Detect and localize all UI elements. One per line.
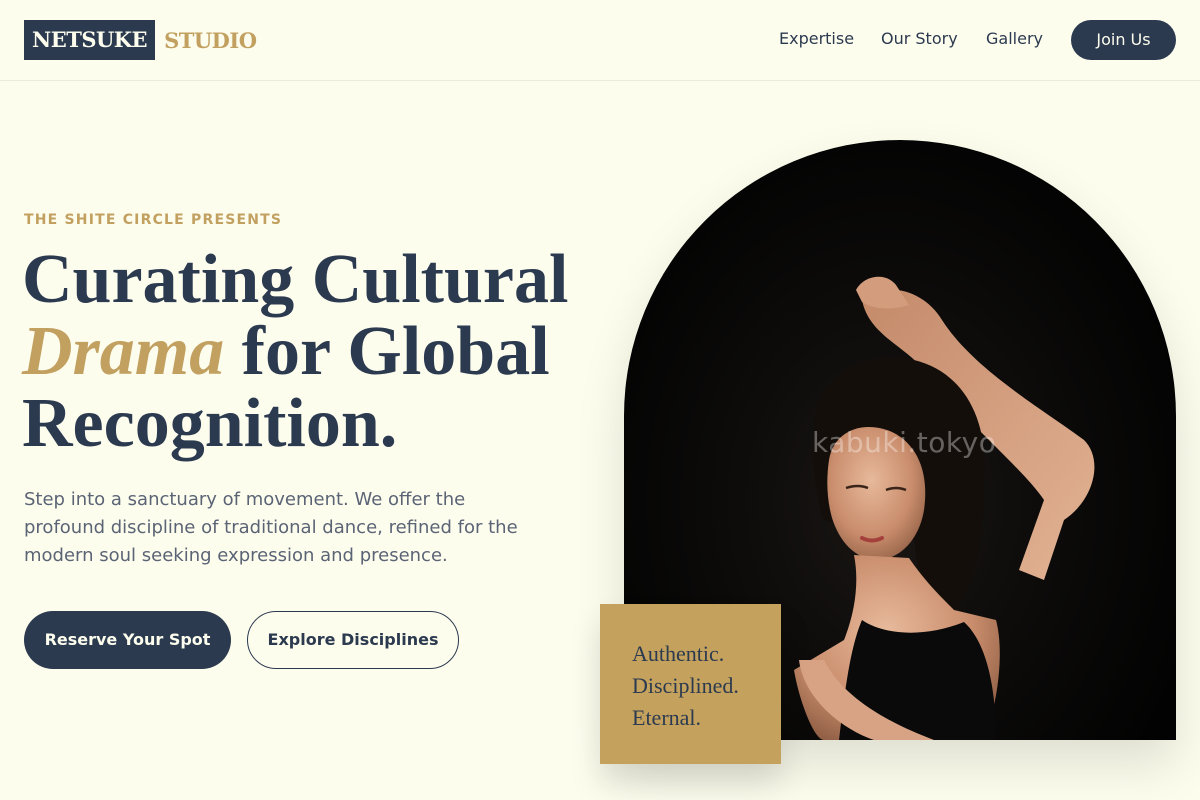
hero-description: Step into a sanctuary of movement. We of…	[24, 489, 518, 566]
tagline-line: Authentic.	[632, 641, 725, 666]
headline-accent: Drama	[22, 313, 225, 390]
nav-link-our-story[interactable]: Our Story	[881, 29, 958, 48]
headline-line-1: Curating Cultural	[22, 241, 569, 318]
logo-mark: NETSUKE	[24, 20, 156, 60]
tagline-line: Disciplined.	[632, 673, 739, 698]
logo-wordmark: STUDIO	[164, 27, 257, 53]
reserve-spot-button[interactable]: Reserve Your Spot	[24, 611, 231, 669]
hero-eyebrow: THE SHITE CIRCLE PRESENTS	[24, 212, 283, 228]
image-watermark: kabuki.tokyo	[812, 426, 997, 459]
nav-link-expertise[interactable]: Expertise	[779, 29, 854, 48]
join-us-button[interactable]: Join Us	[1071, 20, 1176, 60]
headline-line-3: Recognition.	[22, 385, 398, 462]
logo[interactable]: NETSUKE STUDIO	[24, 20, 257, 60]
nav-link-gallery[interactable]: Gallery	[986, 29, 1043, 48]
headline-line-2: for Global	[224, 313, 550, 390]
hero-headline: Curating Cultural Drama for Global Recog…	[22, 244, 602, 460]
explore-disciplines-button[interactable]: Explore Disciplines	[247, 611, 459, 669]
tagline-line: Eternal.	[632, 705, 702, 730]
site-header: NETSUKE STUDIO Expertise Our Story Galle…	[0, 0, 1200, 81]
tagline-card: Authentic. Disciplined. Eternal.	[600, 604, 781, 764]
